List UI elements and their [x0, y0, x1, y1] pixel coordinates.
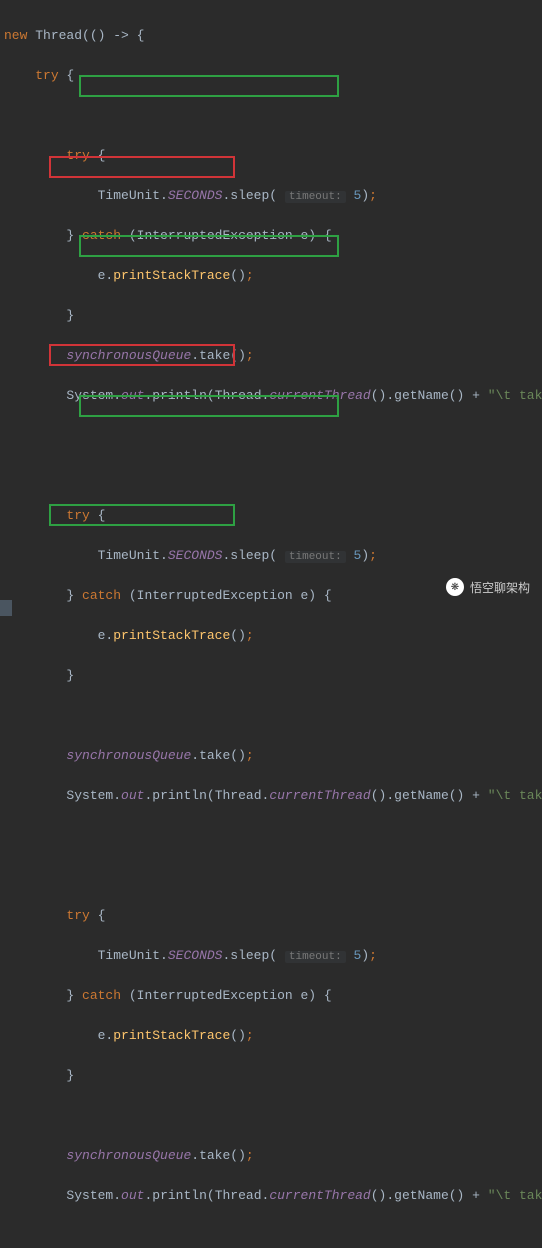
keyword-try: try	[66, 908, 89, 923]
code-editor[interactable]: new Thread(() -> { try { try { TimeUnit.…	[0, 0, 542, 1248]
keyword-try: try	[66, 148, 89, 163]
keyword-new: new	[4, 28, 27, 43]
timeout-hint: timeout:	[285, 191, 346, 203]
timeunit-class: TimeUnit	[98, 188, 160, 203]
keyword-try: try	[35, 68, 58, 83]
sync-queue-var: synchronousQueue	[66, 348, 191, 363]
watermark-text: 悟空聊架构	[470, 579, 530, 596]
gutter-highlight	[0, 600, 12, 616]
seconds-field: SECONDS	[168, 188, 223, 203]
lambda-open: (() -> {	[82, 28, 144, 43]
exception-type: InterruptedException	[137, 228, 293, 243]
sleep-method: sleep	[230, 188, 269, 203]
watermark: ❋ 悟空聊架构	[446, 578, 530, 596]
string-take-c: "\t take C "	[488, 1188, 542, 1203]
string-take-b: "\t take B "	[488, 788, 542, 803]
take-method: take	[199, 348, 230, 363]
class-thread: Thread	[35, 28, 82, 43]
wechat-icon: ❋	[446, 578, 464, 596]
keyword-try: try	[66, 508, 89, 523]
string-take-a: "\t take A "	[488, 388, 542, 403]
print-stack-trace: printStackTrace	[113, 268, 230, 283]
keyword-catch: catch	[82, 228, 121, 243]
